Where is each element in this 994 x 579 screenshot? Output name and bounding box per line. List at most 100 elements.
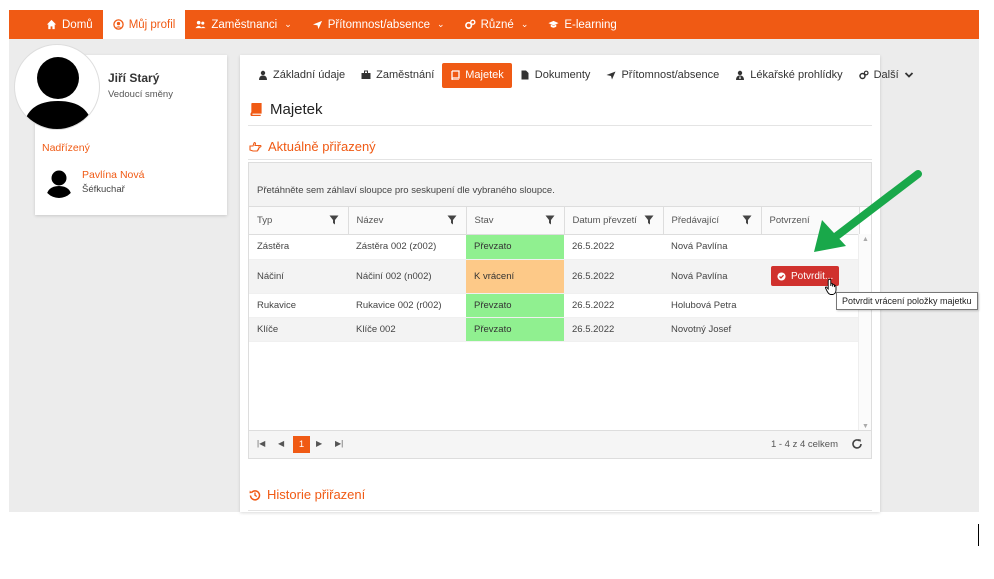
cogs-icon bbox=[858, 70, 869, 80]
column-header-label: Předávající bbox=[671, 214, 720, 226]
nav-misc[interactable]: Různé ⌄ bbox=[455, 10, 539, 39]
plane-icon bbox=[312, 20, 322, 30]
supervisor-role: Šéfkuchař bbox=[82, 184, 125, 195]
main-panel: Základní údaje Zaměstnání Majetek Dokume… bbox=[240, 55, 913, 512]
chevron-down-icon: ⌄ bbox=[437, 19, 445, 29]
hand-point-right-icon bbox=[249, 141, 262, 152]
tooltip: Potvrdit vrácení položky majetku bbox=[836, 292, 978, 310]
divider bbox=[248, 125, 872, 126]
nav-employees-label: Zaměstnanci bbox=[211, 18, 278, 31]
tab-attendance-label: Přítomnost/absence bbox=[621, 69, 720, 81]
cell-date: 26.5.2022 bbox=[564, 234, 663, 260]
tab-basic-info[interactable]: Základní údaje bbox=[250, 63, 353, 88]
cell-confirmation bbox=[761, 317, 859, 342]
refresh-icon[interactable] bbox=[851, 438, 863, 450]
cell-date: 26.5.2022 bbox=[564, 293, 663, 318]
current-page-button[interactable]: 1 bbox=[293, 436, 310, 453]
column-header-label: Typ bbox=[257, 214, 273, 226]
history-icon bbox=[249, 489, 261, 501]
top-navigation: Domů Můj profil Zaměstnanci ⌄ Přítomnost… bbox=[9, 10, 979, 39]
tab-attendance[interactable]: Přítomnost/absence bbox=[598, 63, 727, 88]
user-icon bbox=[259, 70, 267, 80]
nav-my-profile-label: Můj profil bbox=[128, 18, 176, 31]
user-circle-icon bbox=[112, 19, 124, 30]
pager-summary: 1 - 4 z 4 celkem bbox=[770, 439, 838, 450]
filter-icon[interactable] bbox=[545, 215, 555, 225]
nav-elearning[interactable]: E-learning bbox=[538, 10, 626, 39]
table-row[interactable]: Náčiní Náčiní 002 (n002) K vrácení 26.5.… bbox=[249, 259, 859, 294]
chevron-down-icon: ⌄ bbox=[520, 19, 529, 29]
tab-medical-label: Lékařské prohlídky bbox=[750, 69, 843, 81]
tab-medical[interactable]: Lékařské prohlídky bbox=[727, 63, 850, 88]
history-title: Historie přiřazení bbox=[249, 487, 365, 502]
column-header-label: Datum převzetí bbox=[572, 214, 637, 226]
tab-documents[interactable]: Dokumenty bbox=[512, 63, 599, 88]
nav-employees[interactable]: Zaměstnanci ⌄ bbox=[185, 10, 301, 39]
tab-employment[interactable]: Zaměstnání bbox=[353, 63, 442, 88]
vertical-scrollbar[interactable]: ▲ ▼ bbox=[858, 234, 871, 432]
divider bbox=[248, 159, 872, 160]
last-page-icon[interactable]: ▶| bbox=[335, 439, 343, 448]
column-header-label: Název bbox=[356, 214, 384, 226]
page-title-text: Majetek bbox=[270, 101, 323, 118]
filter-icon[interactable] bbox=[742, 215, 752, 225]
column-header-label: Stav bbox=[474, 214, 494, 226]
user-silhouette-icon bbox=[23, 57, 93, 129]
first-page-icon[interactable]: |◀ bbox=[257, 439, 265, 448]
table-row[interactable]: Rukavice Rukavice 002 (r002) Převzato 26… bbox=[249, 293, 859, 318]
users-icon bbox=[195, 20, 206, 29]
book-icon bbox=[250, 103, 262, 116]
scroll-down-icon[interactable]: ▼ bbox=[862, 423, 869, 430]
nav-attendance-label: Přítomnost/absence bbox=[327, 18, 431, 31]
group-drop-area[interactable]: Přetáhněte sem záhlaví sloupce pro sesku… bbox=[249, 163, 871, 207]
column-header-label: Potvrzení bbox=[769, 214, 810, 226]
cell-type: Zástěra bbox=[249, 234, 348, 260]
profile-tabs: Základní údaje Zaměstnání Majetek Dokume… bbox=[250, 62, 922, 88]
nav-elearning-label: E-learning bbox=[564, 18, 617, 31]
filter-icon[interactable] bbox=[447, 215, 457, 225]
supervisor-label: Nadřízený bbox=[42, 142, 90, 154]
check-circle-icon bbox=[777, 271, 786, 281]
table-row[interactable]: Klíče Klíče 002 Převzato 26.5.2022 Novot… bbox=[249, 317, 859, 342]
chevron-down-icon: ⌄ bbox=[284, 19, 292, 29]
column-header-status[interactable]: Stav bbox=[466, 207, 565, 235]
nav-home-label: Domů bbox=[62, 18, 93, 31]
tab-property[interactable]: Majetek bbox=[442, 62, 512, 88]
text-caret bbox=[978, 524, 979, 546]
column-header-type[interactable]: Typ bbox=[249, 207, 349, 235]
graduation-cap-icon bbox=[548, 20, 559, 28]
history-title-text: Historie přiřazení bbox=[267, 487, 366, 502]
cell-handover: Nová Pavlína bbox=[663, 234, 761, 260]
filter-icon[interactable] bbox=[644, 215, 654, 225]
cell-type: Náčiní bbox=[249, 259, 348, 294]
column-header-date[interactable]: Datum převzetí bbox=[564, 207, 664, 235]
column-header-handover[interactable]: Předávající bbox=[663, 207, 762, 235]
tab-more-label: Další bbox=[873, 69, 899, 81]
tab-basic-info-label: Základní údaje bbox=[273, 69, 346, 81]
user-md-icon bbox=[736, 70, 745, 80]
chevron-down-icon bbox=[904, 72, 913, 78]
next-page-icon[interactable]: ▶ bbox=[316, 439, 322, 448]
table-row[interactable]: Zástěra Zástěra 002 (z002) Převzato 26.5… bbox=[249, 234, 859, 260]
file-icon bbox=[521, 70, 529, 80]
cell-status: K vrácení bbox=[466, 259, 564, 294]
supervisor-name-link[interactable]: Pavlína Nová bbox=[82, 169, 144, 181]
cogs-icon bbox=[464, 19, 476, 29]
tab-property-label: Majetek bbox=[465, 69, 504, 81]
supervisor-avatar bbox=[43, 166, 75, 198]
tab-more[interactable]: Další bbox=[851, 63, 922, 88]
prev-page-icon[interactable]: ◀ bbox=[278, 439, 284, 448]
home-icon bbox=[46, 19, 57, 30]
cell-status: Převzato bbox=[466, 293, 564, 318]
current-assignment-text: Aktuálně přiřazený bbox=[268, 139, 376, 154]
property-grid: Přetáhněte sem záhlaví sloupce pro sesku… bbox=[248, 162, 872, 459]
nav-attendance[interactable]: Přítomnost/absence ⌄ bbox=[302, 10, 455, 39]
cell-name: Náčiní 002 (n002) bbox=[348, 259, 466, 294]
briefcase-icon bbox=[361, 70, 371, 79]
tab-employment-label: Zaměstnání bbox=[376, 69, 435, 81]
nav-home[interactable]: Domů bbox=[36, 10, 103, 39]
cell-name: Zástěra 002 (z002) bbox=[348, 234, 466, 260]
column-header-name[interactable]: Název bbox=[348, 207, 467, 235]
filter-icon[interactable] bbox=[329, 215, 339, 225]
nav-my-profile[interactable]: Můj profil bbox=[102, 10, 186, 39]
